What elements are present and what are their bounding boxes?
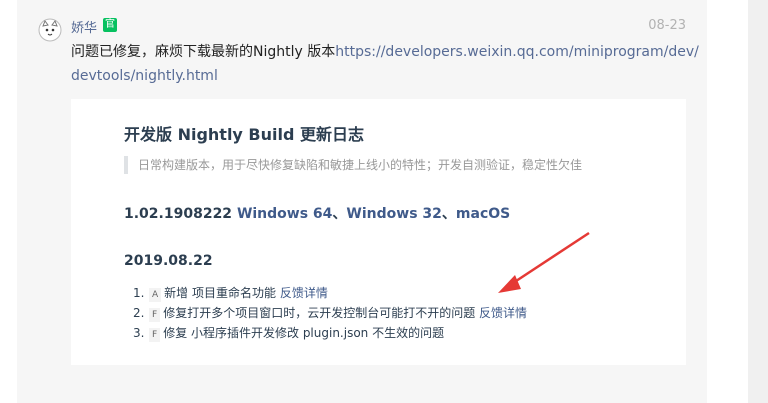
doc-version-line: 1.02.1908222 Windows 64、Windows 32、macOS	[124, 203, 510, 223]
username[interactable]: 娇华	[71, 17, 97, 36]
screenshot-image: 开发版 Nightly Build 更新日志 日常构建版本，用于尽快修复缺陷和敏…	[71, 99, 686, 365]
change-tag: F	[149, 308, 161, 322]
doc-title: 开发版 Nightly Build 更新日志	[124, 125, 365, 144]
list-number: 3.	[133, 326, 145, 340]
change-text: 修复 小程序插件开发修改 plugin.json 不生效的问题	[163, 326, 445, 340]
list-item: 1. A 新增 项目重命名功能 反馈详情	[133, 283, 527, 303]
message-body: 问题已修复，麻烦下载最新的Nightly 版本https://developer…	[71, 40, 701, 88]
separator: 、	[332, 206, 347, 222]
doc-quote: 日常构建版本，用于尽快修复缺陷和敏捷上线小的特性；开发自测验证，稳定性欠佳	[124, 156, 582, 174]
message-text: 问题已修复，麻烦下载最新的Nightly 版本	[71, 44, 336, 60]
download-win64: Windows 64	[236, 206, 333, 222]
version-number: 1.02.1908222	[124, 206, 233, 222]
changelog-list: 1. A 新增 项目重命名功能 反馈详情 2. F 修复打开多个项目窗口时，云开发控制台…	[133, 283, 527, 343]
post-date: 08-23	[648, 18, 686, 33]
feedback-link: 反馈详情	[279, 286, 328, 300]
official-badge: 官	[103, 18, 117, 32]
change-text: 新增 项目重命名功能	[164, 286, 276, 300]
list-number: 2.	[133, 306, 145, 320]
doc-date-heading: 2019.08.22	[124, 253, 213, 269]
list-item: 3. F 修复 小程序插件开发修改 plugin.json 不生效的问题	[133, 323, 527, 343]
avatar[interactable]	[38, 18, 62, 42]
separator: 、	[441, 206, 456, 222]
right-sidebar-rail	[748, 0, 768, 403]
list-number: 1.	[133, 286, 145, 300]
change-text: 修复打开多个项目窗口时，云开发控制台可能打不开的问题	[163, 306, 476, 320]
list-item: 2. F 修复打开多个项目窗口时，云开发控制台可能打不开的问题 反馈详情	[133, 303, 527, 323]
change-tag: F	[149, 328, 161, 342]
feedback-link: 反馈详情	[479, 306, 528, 320]
change-tag: A	[149, 288, 162, 302]
download-win32: Windows 32	[346, 206, 442, 222]
download-macos: macOS	[455, 206, 511, 222]
